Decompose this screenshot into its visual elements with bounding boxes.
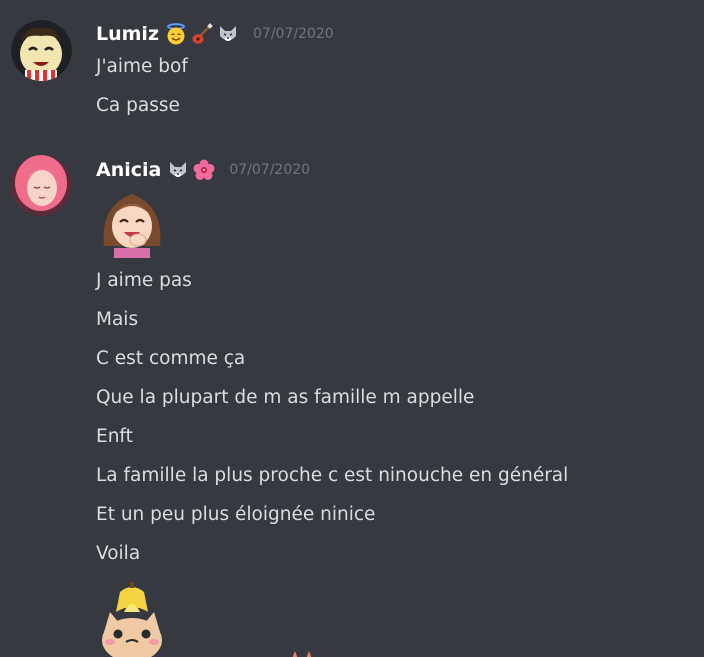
smiling-face-with-halo-icon <box>167 23 185 45</box>
guitar-icon <box>192 23 213 44</box>
message-text: J aime pas <box>96 270 192 291</box>
message-text: Mais <box>96 309 139 330</box>
wolf-icon <box>220 26 237 41</box>
message-text: Voila <box>96 543 141 564</box>
partial-emoji-icon <box>292 651 312 657</box>
message-text: Enft <box>96 426 133 447</box>
message-text: La famille la plus proche c est ninouche… <box>96 465 569 486</box>
cat-with-banana-emoji-icon <box>102 582 162 657</box>
user-badges <box>165 23 239 45</box>
avatar-anicia[interactable] <box>11 155 72 216</box>
pink-hair-girl-avatar-icon <box>11 155 72 216</box>
message-text: Ca passe <box>96 95 180 116</box>
emoji-sticker[interactable] <box>96 582 168 657</box>
laughing-girl-emoji-icon <box>103 194 161 258</box>
message-text: C est comme ça <box>96 348 246 369</box>
message-header: Anicia 07/07/2020 <box>96 158 310 182</box>
message-text: Et un peu plus éloignée ninice <box>96 504 376 525</box>
message-text: J'aime bof <box>96 56 188 77</box>
username[interactable]: Lumiz <box>96 23 159 45</box>
cartoon-face-avatar-icon <box>11 20 72 81</box>
message-text: Que la plupart de m as famille m appelle <box>96 387 475 408</box>
chat-messages: Lumiz 07/07/2020 J'aime bof Ca passe Ani… <box>0 0 704 657</box>
avatar-lumiz[interactable] <box>11 20 72 81</box>
emoji-sticker[interactable] <box>96 186 168 258</box>
wolf-icon <box>170 162 187 177</box>
username[interactable]: Anicia <box>96 159 161 181</box>
timestamp: 07/07/2020 <box>253 26 334 42</box>
message-header: Lumiz 07/07/2020 <box>96 22 334 46</box>
timestamp: 07/07/2020 <box>229 162 311 178</box>
hibiscus-icon <box>193 159 215 180</box>
user-badges <box>167 159 215 181</box>
